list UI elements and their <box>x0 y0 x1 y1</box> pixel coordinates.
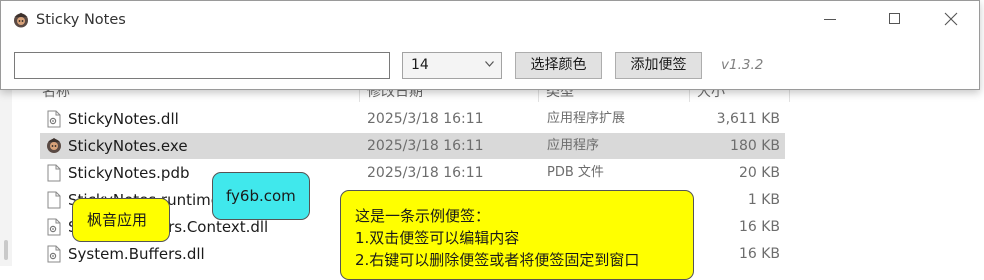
file-icon <box>47 164 61 182</box>
minimize-icon <box>824 19 836 20</box>
version-label: v1.3.2 <box>721 57 764 73</box>
chevron-down-icon <box>485 61 494 67</box>
column-divider[interactable] <box>538 90 539 102</box>
file-row[interactable]: StickyNotes.pdb 2025/3/18 16:11 PDB 文件 2… <box>40 160 785 186</box>
font-size-select[interactable]: 14 <box>402 52 502 79</box>
sticky-notes-app-icon <box>14 12 28 28</box>
header-size[interactable]: 大小 <box>697 90 725 102</box>
file-size: 16 KB <box>738 219 780 235</box>
file-row-selected[interactable]: StickyNotes.exe 2025/3/18 16:11 应用程序 180… <box>40 133 785 159</box>
file-type: 应用程序 <box>547 138 600 153</box>
column-divider[interactable] <box>359 90 360 102</box>
file-name: StickyNotes.dll <box>68 110 179 128</box>
file-row[interactable]: StickyNotes.dll 2025/3/18 16:11 应用程序扩展 3… <box>40 106 785 132</box>
dll-file-icon <box>47 245 61 263</box>
file-size: 3,611 KB <box>716 111 780 127</box>
dll-file-icon <box>47 110 61 128</box>
maximize-button[interactable] <box>872 1 918 39</box>
file-date: 2025/3/18 16:11 <box>367 111 484 127</box>
app-exe-icon <box>47 138 61 153</box>
toolbar: 14 选择颜色 添加便签 v1.3.2 <box>1 39 979 91</box>
add-note-button[interactable]: 添加便签 <box>615 52 702 79</box>
file-name: StickyNotes.exe <box>68 137 188 155</box>
dll-file-icon <box>47 218 61 236</box>
file-type: PDB 文件 <box>547 165 604 180</box>
sticky-note-example[interactable]: 这是一条示例便签： 1.双击便签可以编辑内容 2.右键可以删除便签或者将便签固定… <box>340 190 694 280</box>
minimize-button[interactable] <box>807 1 853 39</box>
scrollbar-thumb[interactable] <box>4 240 8 260</box>
header-date-modified[interactable]: 修改日期 <box>367 90 423 102</box>
note-line: 1.双击便签可以编辑内容 <box>355 229 520 247</box>
select-color-button[interactable]: 选择颜色 <box>515 52 602 79</box>
file-name: StickyNotes.pdb <box>68 164 190 182</box>
column-divider[interactable] <box>789 90 790 102</box>
navigation-pane-edge <box>0 90 12 266</box>
maximize-icon <box>889 13 900 24</box>
note-line: 这是一条示例便签： <box>355 207 491 225</box>
header-name[interactable]: 名称 <box>42 90 70 102</box>
file-size: 20 KB <box>738 165 780 181</box>
sticky-note-url[interactable]: fy6b.com <box>212 172 310 220</box>
file-size: 180 KB <box>730 138 780 154</box>
note-text: 枫音应用 <box>87 211 148 229</box>
title-bar[interactable]: Sticky Notes <box>1 1 979 39</box>
close-button[interactable] <box>928 1 974 39</box>
file-name: System.Buffers.dll <box>68 245 205 263</box>
file-date: 2025/3/18 16:11 <box>367 165 484 181</box>
window-title: Sticky Notes <box>36 12 126 28</box>
note-text-input[interactable] <box>14 52 390 79</box>
sticky-notes-window: Sticky Notes 14 选择颜色 添加便签 v1.3.2 <box>0 0 980 90</box>
font-size-value: 14 <box>411 57 429 73</box>
file-size: 16 KB <box>738 246 780 262</box>
file-size: 1 KB <box>747 192 780 208</box>
column-divider[interactable] <box>689 90 690 102</box>
header-type[interactable]: 类型 <box>546 90 574 102</box>
file-type: 应用程序扩展 <box>547 111 626 126</box>
file-date: 2025/3/18 16:11 <box>367 138 484 154</box>
file-icon <box>47 191 61 209</box>
close-icon <box>944 12 958 26</box>
column-headers: 名称 修改日期 类型 大小 <box>0 90 984 102</box>
note-line: 2.右键可以删除便签或者将便签固定到窗口 <box>355 251 640 269</box>
sticky-note-small[interactable]: 枫音应用 <box>72 198 170 242</box>
note-text: fy6b.com <box>226 187 296 205</box>
